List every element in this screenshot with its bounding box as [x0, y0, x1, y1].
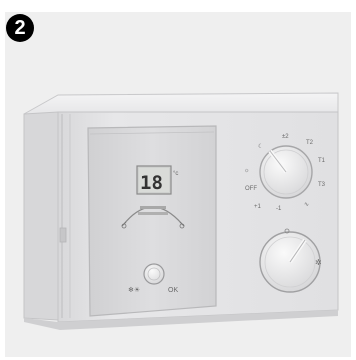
snowflake-sun-icon: ❄☀: [128, 286, 140, 294]
mode-dial[interactable]: [259, 145, 313, 199]
mode-label: T3: [318, 182, 326, 188]
knob-icon: ✲: [315, 258, 322, 267]
left-cover-panel: [87, 125, 217, 317]
lcd-temperature: 18: [140, 172, 163, 194]
ok-button[interactable]: [143, 263, 165, 285]
lcd-unit: °c: [173, 171, 178, 177]
mode-label: T1: [318, 158, 326, 164]
device-top-face: [23, 92, 339, 115]
mode-label: ±2: [282, 134, 289, 140]
thermostat-device: 18 °c ❄☀ OK ☾ ☼ ±2 T2 T1 OFF T3 +1 -1 ∿ …: [23, 92, 339, 330]
side-clip: [59, 227, 67, 243]
ok-label: OK: [168, 287, 178, 294]
mode-label: +1: [254, 204, 262, 210]
device-side-face: [23, 111, 59, 321]
mode-label: ☾: [258, 143, 263, 150]
mode-label: T2: [306, 140, 314, 146]
mode-label: ☼: [244, 168, 250, 174]
mode-label: -1: [276, 206, 282, 212]
mode-label: ∿: [304, 202, 309, 208]
mode-label: OFF: [245, 186, 257, 192]
